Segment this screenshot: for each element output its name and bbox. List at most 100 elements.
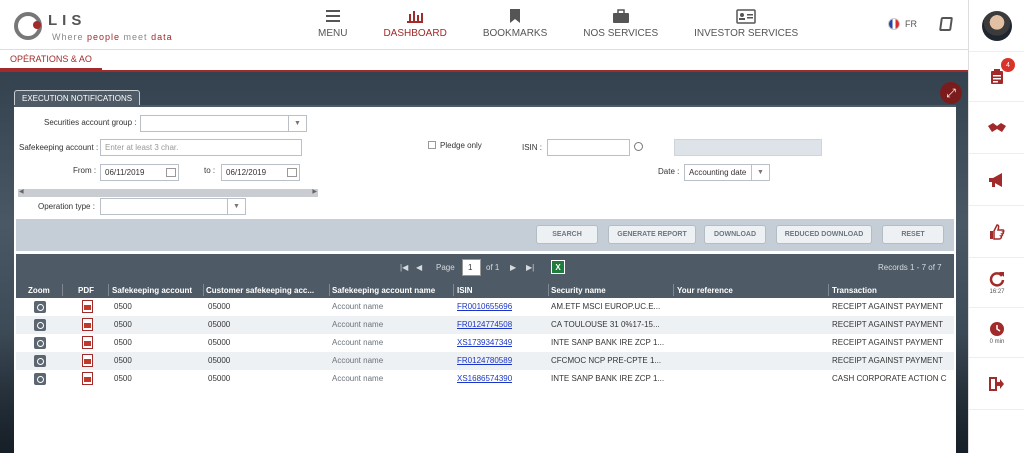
language-switcher[interactable]: FR	[888, 18, 917, 30]
refresh-time: 16:27	[989, 288, 1005, 295]
logout-button[interactable]	[969, 358, 1024, 410]
cell-isin-link[interactable]: FR0124780589	[457, 356, 512, 365]
pager: |◀ ◀ Page 1 of 1 ▶ ▶| X Records 1 - 7 of…	[16, 254, 954, 282]
nav-dashboard[interactable]: DASHBOARD	[383, 8, 447, 48]
securities-account-group-select[interactable]: ▼	[140, 115, 307, 132]
cell-customer: 05000	[208, 338, 231, 347]
cell-account-name: Account name	[332, 302, 384, 311]
table-row[interactable]: 0500 05000 Account name XS1739347349 INT…	[16, 334, 954, 352]
cell-isin-link[interactable]: FR0124774508	[457, 320, 512, 329]
feedback-button[interactable]	[969, 206, 1024, 258]
col-safekeeping-account[interactable]: Safekeeping account	[112, 286, 200, 295]
date-type-select[interactable]: Accounting date ▼	[684, 164, 770, 181]
calendar-icon[interactable]	[166, 168, 176, 177]
chevron-down-icon: ▼	[227, 199, 245, 214]
search-icon[interactable]	[634, 142, 643, 151]
refresh-button[interactable]: 16:27	[969, 258, 1024, 308]
cell-isin-link[interactable]: XS1686574390	[457, 374, 512, 383]
prev-page-icon[interactable]: ◀	[416, 263, 422, 272]
reduced-download-button[interactable]: REDUCED DOWNLOAD	[776, 225, 872, 244]
page-input[interactable]: 1	[462, 259, 481, 276]
cell-security: AM.ETF MSCI EUROP.UC.E...	[551, 302, 661, 311]
page-label: Page	[436, 263, 455, 272]
first-page-icon[interactable]: |◀	[400, 263, 408, 272]
next-page-icon[interactable]: ▶	[510, 263, 516, 272]
col-isin[interactable]: ISIN	[457, 286, 547, 295]
user-avatar[interactable]	[969, 0, 1024, 52]
logo[interactable]: LIS Where people meet data	[14, 10, 204, 44]
pdf-icon[interactable]	[82, 336, 93, 349]
to-date-input[interactable]: 06/12/2019	[221, 164, 300, 181]
nav-investor-services[interactable]: INVESTOR SERVICES	[694, 8, 798, 48]
book-icon[interactable]	[939, 17, 953, 31]
tab-operations-ao[interactable]: OPÉRATIONS & AO	[0, 50, 102, 70]
nav-bookmarks[interactable]: BOOKMARKS	[483, 8, 547, 48]
thumbs-up-icon	[990, 223, 1005, 240]
zoom-icon[interactable]	[34, 355, 46, 367]
notifications-button[interactable]: 4	[969, 52, 1024, 102]
pledge-only-label: Pledge only	[440, 141, 482, 150]
table-row[interactable]: 0500 05000 Account name FR0124774508 CA …	[16, 316, 954, 334]
securities-account-group-label: Securities account group :	[44, 118, 137, 127]
column-divider	[108, 284, 109, 296]
horizontal-scrollbar[interactable]	[18, 188, 318, 197]
avatar	[982, 10, 1012, 41]
pledge-only-checkbox[interactable]	[428, 141, 436, 149]
generate-report-button[interactable]: GENERATE REPORT	[608, 225, 696, 244]
nav-menu-label: MENU	[318, 28, 348, 39]
zoom-icon[interactable]	[34, 337, 46, 349]
isin-input[interactable]	[547, 139, 630, 156]
table-row[interactable]: 0500 05000 Account name FR0124780589 CFC…	[16, 352, 954, 370]
zoom-icon[interactable]	[34, 319, 46, 331]
download-button[interactable]: DOWNLOAD	[704, 225, 766, 244]
col-transaction[interactable]: Transaction	[832, 286, 952, 295]
announcements-button[interactable]	[969, 154, 1024, 206]
cell-safekeeping: 0500	[114, 338, 132, 347]
pdf-icon[interactable]	[82, 372, 93, 385]
search-button[interactable]: SEARCH	[536, 225, 598, 244]
cell-isin-link[interactable]: FR0010655696	[457, 302, 512, 311]
id-card-icon	[736, 8, 756, 24]
briefcase-icon	[612, 8, 630, 24]
records-count: Records 1 - 7 of 7	[878, 263, 942, 272]
excel-export-icon[interactable]: X	[551, 260, 565, 274]
nav-nos-services[interactable]: NOS SERVICES	[583, 8, 658, 48]
zoom-icon[interactable]	[34, 373, 46, 385]
chevron-down-icon: ▼	[751, 165, 769, 180]
safekeeping-account-input[interactable]: Enter at least 3 char.	[100, 139, 302, 156]
pdf-icon[interactable]	[82, 318, 93, 331]
handshake-button[interactable]	[969, 102, 1024, 154]
grid-header: Zoom PDF Safekeeping account Customer sa…	[16, 282, 954, 298]
nav-menu[interactable]: MENU	[318, 8, 347, 48]
from-date-input[interactable]: 06/11/2019	[100, 164, 179, 181]
expand-icon[interactable]: ⤢	[940, 82, 962, 104]
menu-icon	[325, 8, 341, 24]
table-row[interactable]: 0500 05000 Account name FR0010655696 AM.…	[16, 298, 954, 316]
pdf-icon[interactable]	[82, 300, 93, 313]
calendar-icon[interactable]	[287, 168, 297, 177]
date-type-value: Accounting date	[689, 168, 747, 177]
chevron-down-icon: ▼	[288, 116, 306, 131]
table-row[interactable]: 0500 05000 Account name XS1686574390 INT…	[16, 370, 954, 388]
col-customer-safekeeping[interactable]: Customer safekeeping acc...	[206, 286, 326, 295]
cell-security: INTE SANP BANK IRE ZCP 1...	[551, 374, 665, 383]
cell-security: CA TOULOUSE 31 0%17-15...	[551, 320, 660, 329]
col-security-name[interactable]: Security name	[551, 286, 671, 295]
col-zoom[interactable]: Zoom	[28, 286, 58, 295]
operation-type-select[interactable]: ▼	[100, 198, 246, 215]
from-date-value: 06/11/2019	[105, 168, 145, 177]
col-safekeeping-account-name[interactable]: Safekeeping account name	[332, 286, 456, 295]
megaphone-icon	[989, 172, 1002, 187]
col-pdf[interactable]: PDF	[78, 286, 108, 295]
timer-button[interactable]: 0 min	[969, 308, 1024, 358]
pdf-icon[interactable]	[82, 354, 93, 367]
zoom-icon[interactable]	[34, 301, 46, 313]
to-date-value: 06/12/2019	[226, 168, 267, 177]
col-your-reference[interactable]: Your reference	[677, 286, 827, 295]
reset-button[interactable]: RESET	[882, 225, 944, 244]
cell-isin-link[interactable]: XS1739347349	[457, 338, 512, 347]
column-divider	[203, 284, 204, 296]
last-page-icon[interactable]: ▶|	[526, 263, 534, 272]
cell-safekeeping: 0500	[114, 320, 132, 329]
cell-account-name: Account name	[332, 320, 384, 329]
